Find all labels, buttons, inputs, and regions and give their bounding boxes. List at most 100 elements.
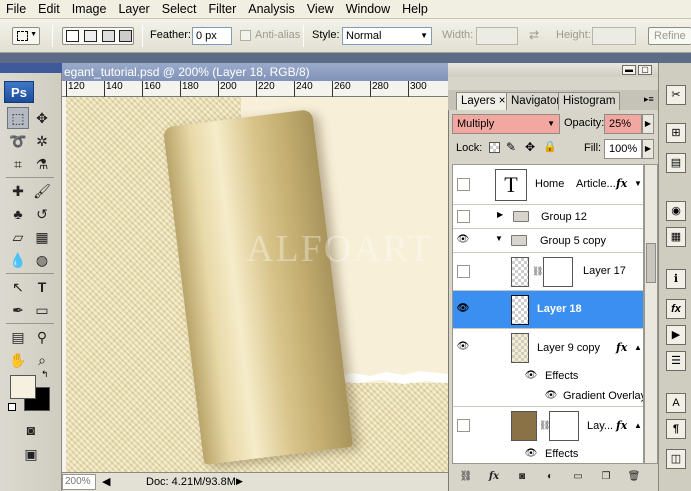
subtract-selection-icon[interactable] bbox=[102, 30, 115, 42]
eye-icon[interactable]: 👁 bbox=[523, 370, 539, 381]
chevron-down-icon[interactable]: ▼ bbox=[634, 179, 642, 188]
effects-row[interactable]: 👁 Effects bbox=[453, 445, 643, 463]
healing-icon[interactable]: ✚ bbox=[7, 180, 29, 202]
eye-icon[interactable]: 👁 bbox=[455, 303, 471, 314]
layer-row-group-5-copy[interactable]: 👁 ▼ Group 5 copy bbox=[453, 229, 643, 253]
antialias-checkbox[interactable] bbox=[240, 30, 251, 41]
swatches-icon[interactable]: ▦ bbox=[666, 227, 686, 247]
menu-view[interactable]: View bbox=[301, 0, 340, 19]
fill-input[interactable]: 100% bbox=[604, 139, 642, 159]
menu-edit[interactable]: Edit bbox=[32, 0, 66, 19]
menu-select[interactable]: Select bbox=[156, 0, 203, 19]
blur-icon[interactable]: 💧 bbox=[7, 249, 29, 271]
visibility-toggle[interactable] bbox=[457, 419, 470, 432]
tab-layers[interactable]: Layers × bbox=[456, 92, 511, 110]
collapse-panel-icon[interactable]: ▬ bbox=[622, 65, 636, 75]
visibility-toggle[interactable] bbox=[457, 178, 470, 191]
layer-row-home[interactable]: T Home Article... fx ▼ bbox=[453, 165, 643, 205]
add-mask-icon[interactable]: ◙ bbox=[514, 469, 530, 485]
photoshop-logo[interactable]: Ps bbox=[4, 81, 34, 103]
scrollbar-thumb[interactable] bbox=[646, 243, 656, 283]
character-icon[interactable]: A bbox=[666, 393, 686, 413]
effects-row[interactable]: 👁 Effects bbox=[453, 367, 643, 387]
eyedropper2-icon[interactable]: ⚲ bbox=[31, 326, 53, 348]
close-icon[interactable]: × bbox=[499, 95, 506, 107]
panel-grip[interactable]: ▬ ▢ bbox=[448, 63, 658, 77]
info-circle-icon[interactable]: ℹ bbox=[666, 269, 686, 289]
paragraph-icon[interactable]: ¶ bbox=[666, 419, 686, 439]
default-colors-icon[interactable] bbox=[8, 403, 16, 411]
screen-mode-icon[interactable]: ▣ bbox=[20, 443, 42, 465]
history-brush-icon[interactable]: ↺ bbox=[31, 203, 53, 225]
chevron-up-icon[interactable]: ▲ bbox=[634, 421, 642, 430]
status-arrow-icon[interactable]: ▶ bbox=[236, 476, 243, 487]
new-layer-icon[interactable]: ❐ bbox=[598, 469, 614, 485]
hand-icon[interactable]: ✋ bbox=[7, 349, 29, 371]
link-icon[interactable]: ⛓ bbox=[532, 266, 543, 277]
document-title[interactable]: egant_tutorial.psd @ 200% (Layer 18, RGB… bbox=[62, 63, 448, 81]
eye-icon[interactable]: 👁 bbox=[455, 341, 471, 352]
eye-icon[interactable]: 👁 bbox=[543, 390, 559, 401]
zoom-icon[interactable]: ⌕ bbox=[31, 349, 53, 371]
link-layers-icon[interactable]: ⛓ bbox=[458, 469, 474, 485]
eraser-icon[interactable]: ▱ bbox=[7, 226, 29, 248]
dodge-icon[interactable]: ◍ bbox=[31, 249, 53, 271]
tools-panel-grip[interactable] bbox=[0, 63, 62, 73]
eye-icon[interactable]: 👁 bbox=[523, 448, 539, 459]
dock-extra-icon[interactable]: ◫ bbox=[666, 449, 686, 469]
lock-pixels-icon[interactable]: ✎ bbox=[506, 140, 516, 154]
add-style-icon[interactable]: fx bbox=[486, 469, 502, 485]
chevron-up-icon[interactable]: ▲ bbox=[634, 343, 642, 352]
menu-analysis[interactable]: Analysis bbox=[242, 0, 301, 19]
new-selection-icon[interactable] bbox=[66, 30, 79, 42]
delete-layer-icon[interactable]: 🗑 bbox=[626, 469, 642, 485]
tools-preset-icon[interactable]: ✂ bbox=[666, 85, 686, 105]
zoom-field[interactable]: 200% bbox=[62, 474, 96, 490]
eyedropper-icon[interactable]: ⚗ bbox=[31, 153, 53, 175]
color-icon[interactable]: ◉ bbox=[666, 201, 686, 221]
collapse-arrow-icon[interactable]: ▼ bbox=[495, 234, 503, 243]
intersect-selection-icon[interactable] bbox=[119, 30, 132, 42]
gradient-overlay-row[interactable]: 👁 Gradient Overlay bbox=[453, 387, 643, 407]
menu-layer[interactable]: Layer bbox=[112, 0, 155, 19]
menu-window[interactable]: Window bbox=[340, 0, 396, 19]
style-select[interactable]: Normal ▼ bbox=[342, 27, 432, 45]
eye-icon[interactable]: 👁 bbox=[455, 234, 471, 245]
menu-filter[interactable]: Filter bbox=[202, 0, 242, 19]
foreground-color-front[interactable] bbox=[10, 375, 36, 399]
notes-icon[interactable]: ▤ bbox=[7, 326, 29, 348]
visibility-toggle[interactable] bbox=[457, 210, 470, 223]
lock-transparency-icon[interactable] bbox=[489, 142, 500, 153]
layers-scrollbar[interactable] bbox=[644, 164, 658, 464]
swap-icon[interactable]: ⇄ bbox=[529, 28, 539, 42]
fx-icon[interactable]: fx bbox=[616, 419, 627, 432]
lock-position-icon[interactable]: ✥ bbox=[525, 140, 535, 154]
adjustment-layer-icon[interactable]: ◐ bbox=[542, 469, 558, 485]
fx-icon[interactable]: fx bbox=[616, 341, 627, 354]
fx-icon[interactable]: fx bbox=[616, 177, 627, 190]
status-menu-icon[interactable]: ◀ bbox=[102, 475, 110, 488]
quick-mask-icon[interactable]: ◙ bbox=[20, 419, 42, 441]
refine-edge-button[interactable]: Refine bbox=[648, 27, 691, 45]
brushes-icon[interactable]: ▤ bbox=[666, 153, 686, 173]
brush-icon[interactable]: 🖌 bbox=[31, 180, 53, 202]
add-selection-icon[interactable] bbox=[84, 30, 97, 42]
layer-row-layer-17[interactable]: ⛓ Layer 17 bbox=[453, 253, 643, 291]
pen-icon[interactable]: ✒ bbox=[7, 299, 29, 321]
lock-all-icon[interactable]: 🔒 bbox=[543, 140, 557, 153]
info-icon[interactable]: ⊞ bbox=[666, 123, 686, 143]
magic-wand-icon[interactable]: ✲ bbox=[31, 130, 53, 152]
history-icon[interactable]: ☰ bbox=[666, 351, 686, 371]
visibility-toggle[interactable] bbox=[457, 265, 470, 278]
panel-menu-icon[interactable]: ▸≡ bbox=[644, 94, 654, 105]
fill-slider-arrow-icon[interactable]: ▶ bbox=[642, 139, 654, 159]
actions-icon[interactable]: ▶ bbox=[666, 325, 686, 345]
stamp-icon[interactable]: ♣ bbox=[7, 203, 29, 225]
blend-mode-select[interactable]: Multiply ▼ bbox=[452, 114, 560, 134]
restore-panel-icon[interactable]: ▢ bbox=[638, 65, 652, 75]
tool-preset-button[interactable]: ▼ bbox=[12, 27, 40, 45]
opacity-slider-arrow-icon[interactable]: ▶ bbox=[642, 114, 654, 134]
shape-icon[interactable]: ▭ bbox=[31, 299, 53, 321]
swap-colors-icon[interactable]: ↰ bbox=[41, 369, 49, 380]
expand-arrow-icon[interactable]: ▶ bbox=[497, 210, 503, 219]
